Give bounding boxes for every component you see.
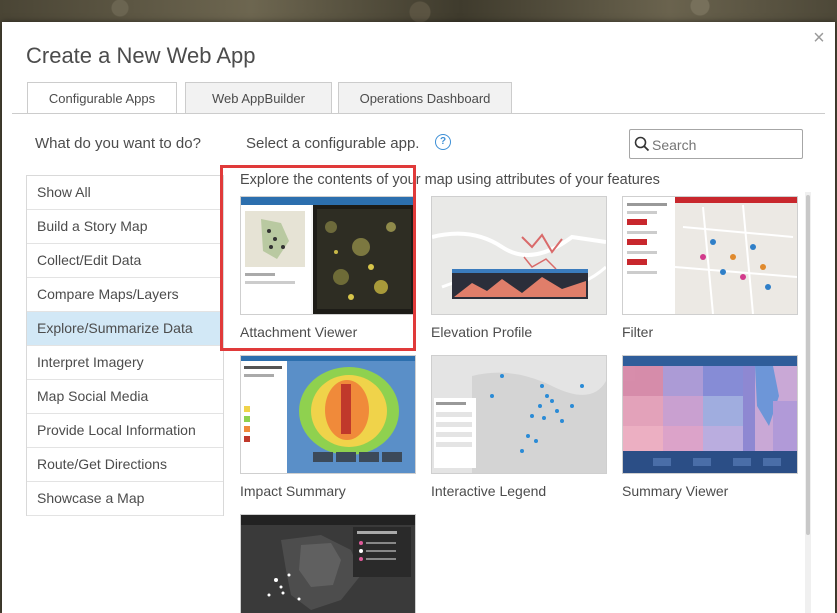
app-card-label: Elevation Profile <box>431 324 533 340</box>
app-thumbnail[interactable] <box>240 196 416 315</box>
app-card-label: Summary Viewer <box>622 483 729 499</box>
app-thumbnail[interactable] <box>622 196 798 315</box>
dialog-title: Create a New Web App <box>26 43 256 68</box>
sidebar-item-explore-summarize-data[interactable]: Explore/Summarize Data <box>27 312 223 346</box>
category-sidebar: Show All Build a Story Map Collect/Edit … <box>26 175 224 516</box>
app-card-social-conflict-map[interactable] <box>240 514 416 613</box>
app-card-label: Filter <box>622 324 654 340</box>
app-thumbnail[interactable] <box>431 196 607 315</box>
sidebar-item-route-get-directions[interactable]: Route/Get Directions <box>27 448 223 482</box>
tab-configurable-apps[interactable]: Configurable Apps <box>27 82 177 114</box>
app-thumbnail[interactable] <box>240 514 416 613</box>
app-card-attachment-viewer[interactable]: Attachment Viewer <box>240 196 416 340</box>
tab-operations-dashboard[interactable]: Operations Dashboard <box>338 82 512 113</box>
search-icon <box>634 136 650 152</box>
right-prompt: Select a configurable app. <box>246 135 420 152</box>
search-input[interactable] <box>650 134 802 156</box>
sidebar-item-showcase-map[interactable]: Showcase a Map <box>27 482 223 516</box>
sidebar-item-compare-maps-layers[interactable]: Compare Maps/Layers <box>27 278 223 312</box>
app-thumbnail[interactable] <box>431 355 607 474</box>
tab-divider <box>12 113 825 114</box>
app-card-impact-summary[interactable]: Impact Summary <box>240 355 416 499</box>
sidebar-item-build-story-map[interactable]: Build a Story Map <box>27 210 223 244</box>
search-box[interactable] <box>629 129 803 159</box>
create-web-app-dialog: × Create a New Web App Configurable Apps… <box>2 22 835 613</box>
app-card-label: Attachment Viewer <box>240 324 358 340</box>
sidebar-item-provide-local-information[interactable]: Provide Local Information <box>27 414 223 448</box>
close-icon[interactable]: × <box>811 28 827 48</box>
sidebar-item-interpret-imagery[interactable]: Interpret Imagery <box>27 346 223 380</box>
app-gallery: Explore the contents of your map using a… <box>235 172 805 613</box>
help-icon[interactable]: ? <box>435 134 451 150</box>
category-description: Explore the contents of your map using a… <box>240 172 660 188</box>
app-thumbnail[interactable] <box>622 355 798 474</box>
sidebar-item-map-social-media[interactable]: Map Social Media <box>27 380 223 414</box>
app-card-interactive-legend[interactable]: Interactive Legend <box>431 355 607 499</box>
app-card-label: Impact Summary <box>240 483 346 499</box>
app-thumbnail[interactable] <box>240 355 416 474</box>
sidebar-item-collect-edit-data[interactable]: Collect/Edit Data <box>27 244 223 278</box>
app-card-elevation-profile[interactable]: Elevation Profile <box>431 196 607 340</box>
app-card-filter[interactable]: Filter <box>622 196 798 340</box>
sidebar-item-show-all[interactable]: Show All <box>27 176 223 210</box>
left-prompt: What do you want to do? <box>35 135 201 152</box>
app-card-label: Interactive Legend <box>431 483 547 499</box>
scrollbar-thumb[interactable] <box>806 195 810 535</box>
app-card-summary-viewer[interactable]: Summary Viewer <box>622 355 798 499</box>
tab-web-appbuilder[interactable]: Web AppBuilder <box>185 82 332 113</box>
